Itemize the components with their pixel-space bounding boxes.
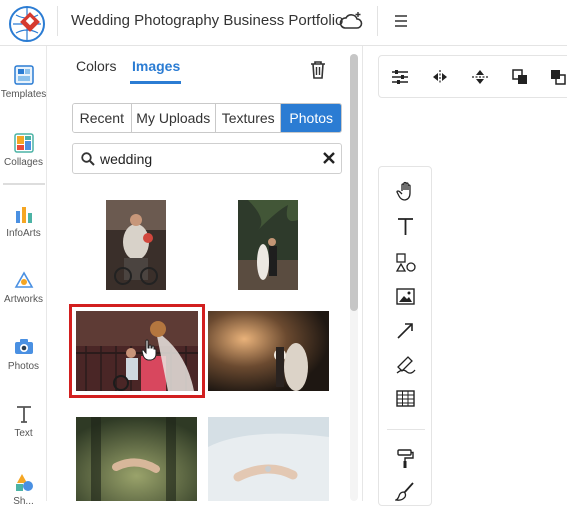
nav-item-templates[interactable]: Templates xyxy=(0,64,47,100)
wedding-photo-6[interactable] xyxy=(208,417,329,501)
text-tool-icon[interactable] xyxy=(395,216,416,237)
selected-photo-frame[interactable] xyxy=(69,304,205,398)
hamburger-menu-icon[interactable] xyxy=(393,13,409,29)
nav-divider xyxy=(3,183,45,185)
nav-label: Collages xyxy=(4,157,43,168)
nav-label: Templates xyxy=(0,89,47,100)
wedding-photo-1[interactable] xyxy=(106,200,166,290)
panel-divider xyxy=(362,46,363,501)
header-divider xyxy=(57,6,58,36)
cloud-sync-icon[interactable] xyxy=(339,10,363,32)
search-icon xyxy=(81,152,95,166)
nav-item-text[interactable]: Text xyxy=(0,403,47,439)
wedding-photo-4[interactable] xyxy=(208,311,329,391)
search-input[interactable] xyxy=(100,148,320,170)
photos-icon xyxy=(14,339,33,354)
wedding-photo-5[interactable] xyxy=(76,417,197,501)
artworks-icon xyxy=(14,271,33,288)
hand-cursor-icon xyxy=(141,339,157,361)
nav-item-collages[interactable]: Collages xyxy=(0,132,47,168)
toolbar-separator xyxy=(387,429,425,430)
source-tab-photos[interactable]: Photos xyxy=(281,104,341,132)
source-tab-textures[interactable]: Textures xyxy=(215,104,282,132)
top-toolbar xyxy=(378,55,567,98)
trash-icon[interactable] xyxy=(309,60,327,80)
table-icon[interactable] xyxy=(395,388,416,409)
shapes-icon xyxy=(15,474,33,491)
panel-scrollbar[interactable] xyxy=(350,54,358,311)
image-tool-icon[interactable] xyxy=(395,286,416,307)
active-tab-indicator xyxy=(130,81,181,84)
side-toolbar xyxy=(378,166,432,506)
text-icon xyxy=(16,406,31,423)
bring-forward-icon[interactable] xyxy=(511,69,529,85)
brand-logo-icon[interactable] xyxy=(8,5,46,43)
shapes-tool-icon[interactable] xyxy=(395,252,416,273)
source-tab-my-uploads[interactable]: My Uploads xyxy=(131,104,216,132)
images-panel: Colors Images Recent My Uploads Textures… xyxy=(53,46,361,501)
templates-icon xyxy=(13,65,34,85)
flip-horizontal-icon[interactable] xyxy=(431,69,449,85)
image-source-tabs: Recent My Uploads Textures Photos xyxy=(72,103,342,133)
clear-icon[interactable] xyxy=(322,151,336,165)
nav-label: Sh... xyxy=(13,496,34,507)
top-bar: Wedding Photography Business Portfolio xyxy=(0,0,567,46)
infoarts-icon xyxy=(15,207,32,223)
nav-label: Text xyxy=(14,428,33,439)
brush-icon[interactable] xyxy=(395,481,416,502)
paint-roller-icon[interactable] xyxy=(395,448,416,469)
left-nav: Templates Collages InfoArts Artworks Pho… xyxy=(0,46,47,507)
hand-pan-icon[interactable] xyxy=(395,181,416,202)
document-title[interactable]: Wedding Photography Business Portfolio xyxy=(71,12,343,29)
wedding-photo-3[interactable] xyxy=(76,311,198,391)
source-tab-recent[interactable]: Recent xyxy=(73,104,132,132)
nav-item-artworks[interactable]: Artworks xyxy=(0,269,47,305)
nav-label: Photos xyxy=(7,361,40,372)
pen-draw-icon[interactable] xyxy=(395,354,416,375)
tab-colors[interactable]: Colors xyxy=(76,58,116,74)
nav-item-photos[interactable]: Photos xyxy=(0,336,47,372)
send-backward-icon[interactable] xyxy=(549,69,567,85)
nav-item-shapes[interactable]: Sh... xyxy=(0,471,47,507)
nav-item-infoarts[interactable]: InfoArts xyxy=(0,203,47,239)
arrow-line-icon[interactable] xyxy=(395,320,416,341)
collages-icon xyxy=(13,133,34,153)
tab-images[interactable]: Images xyxy=(132,58,180,74)
nav-label: Artworks xyxy=(4,294,43,305)
header-divider-2 xyxy=(377,6,378,36)
wedding-photo-2[interactable] xyxy=(238,200,298,290)
nav-label: InfoArts xyxy=(6,228,41,239)
flip-vertical-icon[interactable] xyxy=(471,69,489,85)
align-sliders-icon[interactable] xyxy=(391,69,409,85)
search-box xyxy=(72,143,342,174)
